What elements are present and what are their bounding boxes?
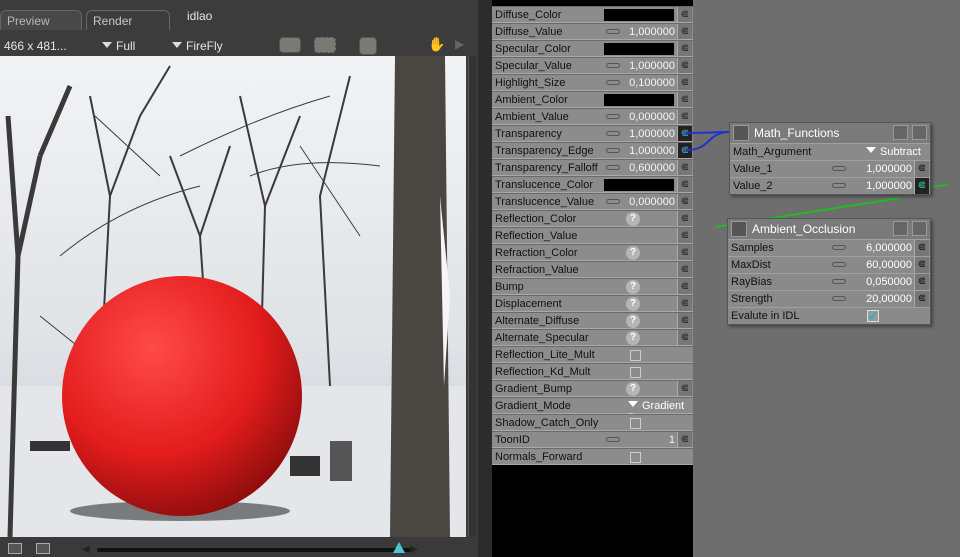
evaluate-idl-checkbox[interactable]: ✓ bbox=[867, 310, 879, 322]
ao-param-row: RayBias 0,050000 ⋐ bbox=[728, 273, 930, 290]
param-label: MaxDist bbox=[731, 259, 771, 271]
wire-transparency-edge bbox=[685, 131, 731, 151]
ao-param-row: MaxDist 60,00000 ⋐ bbox=[728, 256, 930, 273]
param-label: Samples bbox=[731, 242, 774, 254]
param-label: Strength bbox=[731, 293, 773, 305]
link-icon[interactable] bbox=[832, 166, 846, 171]
link-icon[interactable] bbox=[832, 245, 846, 250]
ao-param-row: Samples 6,000000 ⋐ bbox=[728, 239, 930, 256]
math-argument-value: Subtract bbox=[880, 146, 921, 158]
ao-param-row: Strength 20,00000 ⋐ bbox=[728, 290, 930, 307]
param-value[interactable]: 1,000000 bbox=[866, 180, 912, 192]
node-menu-icon[interactable] bbox=[893, 125, 908, 140]
param-value[interactable]: 6,000000 bbox=[866, 242, 912, 254]
plug-icon[interactable]: ⋐ bbox=[914, 161, 929, 177]
math-functions-node[interactable]: Math_Functions Math_Argument Subtract Val… bbox=[729, 122, 931, 195]
math-argument-label: Math_Argument bbox=[733, 146, 812, 158]
param-label: RayBias bbox=[731, 276, 772, 288]
param-label: Value_1 bbox=[733, 163, 773, 175]
node-title: Ambient_Occlusion bbox=[752, 222, 856, 236]
param-value[interactable]: 20,00000 bbox=[866, 293, 912, 305]
node-preview-icon[interactable] bbox=[912, 221, 927, 236]
plug-icon[interactable]: ⋐ bbox=[914, 274, 929, 290]
node-menu-icon[interactable] bbox=[893, 221, 908, 236]
plug-icon[interactable]: ⋐ bbox=[914, 240, 929, 256]
param-label: Value_2 bbox=[733, 180, 773, 192]
ambient-occlusion-node[interactable]: Ambient_Occlusion Samples 6,000000 ⋐ MaxDis… bbox=[727, 218, 931, 325]
plug-icon[interactable]: ⋐ bbox=[914, 257, 929, 273]
plug-icon[interactable]: ⋐ bbox=[914, 291, 929, 307]
param-label: Evalute in IDL bbox=[731, 310, 800, 322]
math-argument-dropdown[interactable]: Subtract bbox=[866, 146, 921, 158]
link-icon[interactable] bbox=[832, 279, 846, 284]
link-icon[interactable] bbox=[832, 262, 846, 267]
plug-connected-icon[interactable]: ⋐ bbox=[914, 178, 929, 194]
node-title: Math_Functions bbox=[754, 126, 840, 140]
node-preview-icon[interactable] bbox=[912, 125, 927, 140]
ao-idl-row: Evalute in IDL ✓ bbox=[728, 307, 930, 324]
node-wrench-icon[interactable] bbox=[733, 125, 749, 141]
param-value[interactable]: 0,050000 bbox=[866, 276, 912, 288]
param-value[interactable]: 1,000000 bbox=[866, 163, 912, 175]
link-icon[interactable] bbox=[832, 183, 846, 188]
node-wrench-icon[interactable] bbox=[731, 221, 747, 237]
link-icon[interactable] bbox=[832, 296, 846, 301]
param-value[interactable]: 60,00000 bbox=[866, 259, 912, 271]
